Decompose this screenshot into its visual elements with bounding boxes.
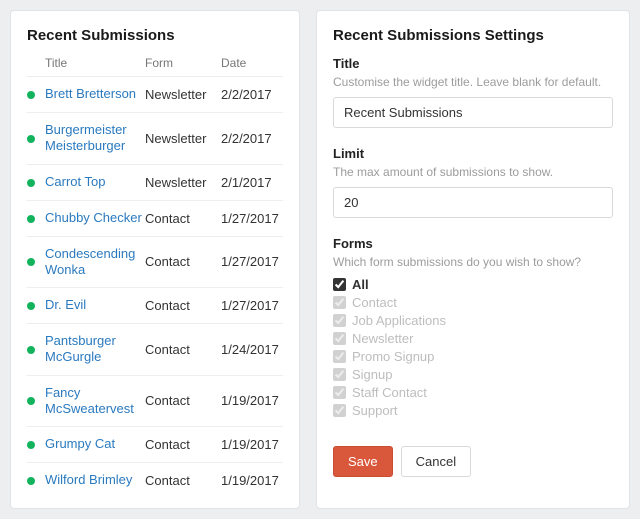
submission-link[interactable]: Burgermeister Meisterburger <box>45 122 127 153</box>
status-dot-icon <box>27 179 35 187</box>
table-header: Title Form Date <box>27 56 283 76</box>
submission-link[interactable]: Pantsburger McGurgle <box>45 333 116 364</box>
submission-link[interactable]: Brett Bretterson <box>45 86 136 101</box>
title-label: Title <box>333 56 613 71</box>
date-cell: 2/2/2017 <box>221 87 283 102</box>
submission-link[interactable]: Fancy McSweatervest <box>45 385 134 416</box>
date-cell: 1/27/2017 <box>221 298 283 313</box>
form-cell: Contact <box>145 254 221 269</box>
form-checkbox[interactable] <box>333 368 346 381</box>
table-row: Grumpy Cat Contact1/19/2017 <box>27 426 283 462</box>
submission-link[interactable]: Wilford Brimley <box>45 472 132 487</box>
submission-link[interactable]: Condescending Wonka <box>45 246 135 277</box>
form-cell: Newsletter <box>145 131 221 146</box>
form-cell: Contact <box>145 211 221 226</box>
status-dot-icon <box>27 477 35 485</box>
limit-label: Limit <box>333 146 613 161</box>
recent-submissions-panel: Recent Submissions Title Form Date Brett… <box>10 10 300 509</box>
form-option[interactable]: Support <box>333 403 613 418</box>
form-option[interactable]: Promo Signup <box>333 349 613 364</box>
submission-link[interactable]: Carrot Top <box>45 174 105 189</box>
form-cell: Newsletter <box>145 87 221 102</box>
panel-title: Recent Submissions <box>27 27 283 44</box>
limit-help: The max amount of submissions to show. <box>333 165 613 179</box>
limit-input[interactable] <box>333 187 613 218</box>
forms-help: Which form submissions do you wish to sh… <box>333 255 613 269</box>
date-cell: 1/27/2017 <box>221 254 283 269</box>
date-cell: 1/27/2017 <box>221 211 283 226</box>
form-checkbox[interactable] <box>333 314 346 327</box>
col-date: Date <box>221 56 283 70</box>
form-option-label: All <box>352 277 369 292</box>
form-cell: Contact <box>145 393 221 408</box>
save-button[interactable]: Save <box>333 446 393 477</box>
submission-link[interactable]: Dr. Evil <box>45 297 86 312</box>
date-cell: 1/19/2017 <box>221 437 283 452</box>
status-dot-icon <box>27 441 35 449</box>
cancel-button[interactable]: Cancel <box>401 446 471 477</box>
form-option-label: Staff Contact <box>352 385 427 400</box>
form-checkbox[interactable] <box>333 296 346 309</box>
table-row: Pantsburger McGurgle Contact1/24/2017 <box>27 323 283 375</box>
status-dot-icon <box>27 302 35 310</box>
form-cell: Newsletter <box>145 175 221 190</box>
form-checkbox[interactable] <box>333 386 346 399</box>
date-cell: 1/19/2017 <box>221 473 283 488</box>
table-row: Fancy McSweatervest Contact1/19/2017 <box>27 375 283 427</box>
status-dot-icon <box>27 215 35 223</box>
table-row: Dr. Evil Contact1/27/2017 <box>27 287 283 323</box>
status-dot-icon <box>27 397 35 405</box>
status-dot-icon <box>27 135 35 143</box>
date-cell: 1/24/2017 <box>221 342 283 357</box>
forms-label: Forms <box>333 236 613 251</box>
form-option-label: Support <box>352 403 398 418</box>
form-option-label: Contact <box>352 295 397 310</box>
form-cell: Contact <box>145 298 221 313</box>
form-checkbox[interactable] <box>333 332 346 345</box>
form-cell: Contact <box>145 342 221 357</box>
title-help: Customise the widget title. Leave blank … <box>333 75 613 89</box>
settings-panel: Recent Submissions Settings Title Custom… <box>316 10 630 509</box>
table-row: Chubby CheckerContact1/27/2017 <box>27 200 283 236</box>
form-option-label: Signup <box>352 367 392 382</box>
status-dot-icon <box>27 258 35 266</box>
title-input[interactable] <box>333 97 613 128</box>
date-cell: 2/1/2017 <box>221 175 283 190</box>
form-option[interactable]: All <box>333 277 613 292</box>
submission-link[interactable]: Chubby Checker <box>45 210 142 225</box>
table-row: Condescending Wonka Contact1/27/2017 <box>27 236 283 288</box>
form-cell: Contact <box>145 437 221 452</box>
date-cell: 2/2/2017 <box>221 131 283 146</box>
col-title: Title <box>45 56 145 70</box>
form-option-label: Newsletter <box>352 331 413 346</box>
table-row: Wilford Brimley Contact1/19/2017 <box>27 462 283 498</box>
form-option[interactable]: Contact <box>333 295 613 310</box>
status-dot-icon <box>27 346 35 354</box>
table-row: Brett Bretterson Newsletter2/2/2017 <box>27 76 283 112</box>
form-checkbox[interactable] <box>333 350 346 363</box>
status-dot-icon <box>27 91 35 99</box>
form-checkbox[interactable] <box>333 278 346 291</box>
form-option-label: Job Applications <box>352 313 446 328</box>
form-option[interactable]: Job Applications <box>333 313 613 328</box>
form-option[interactable]: Signup <box>333 367 613 382</box>
settings-title: Recent Submissions Settings <box>333 27 613 44</box>
table-row: Burgermeister Meisterburger Newsletter2/2… <box>27 112 283 164</box>
table-row: Carrot Top Newsletter2/1/2017 <box>27 164 283 200</box>
form-checkbox[interactable] <box>333 404 346 417</box>
form-option[interactable]: Newsletter <box>333 331 613 346</box>
form-option-label: Promo Signup <box>352 349 434 364</box>
submission-link[interactable]: Grumpy Cat <box>45 436 115 451</box>
col-form: Form <box>145 56 221 70</box>
form-cell: Contact <box>145 473 221 488</box>
date-cell: 1/19/2017 <box>221 393 283 408</box>
form-option[interactable]: Staff Contact <box>333 385 613 400</box>
